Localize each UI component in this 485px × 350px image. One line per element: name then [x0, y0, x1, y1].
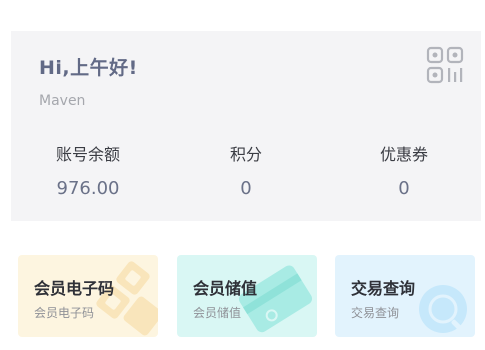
stat-label: 积分: [229, 145, 262, 164]
stat-balance[interactable]: 账号余额 976.00: [18, 143, 158, 201]
tile-member-code[interactable]: 会员电子码 会员电子码: [18, 255, 158, 337]
tile-subtitle: 会员电子码: [34, 306, 95, 320]
stat-value: 0: [240, 178, 252, 199]
tile-subtitle: 交易查询: [351, 306, 400, 320]
tile-transaction-query[interactable]: 交易查询 交易查询: [335, 255, 475, 337]
tile-title: 会员电子码: [34, 279, 115, 298]
greeting-text: Hi,上午好!: [39, 57, 138, 79]
stat-coupons[interactable]: 优惠券 0: [334, 143, 474, 201]
tile-title: 会员储值: [193, 279, 258, 298]
stat-label: 优惠券: [379, 145, 428, 164]
qr-code-button[interactable]: [426, 45, 466, 87]
tile-title: 交易查询: [351, 279, 416, 298]
tile-stored-value[interactable]: 会员储值 会员储值: [177, 255, 317, 337]
top-strip: [0, 0, 485, 12]
stat-points[interactable]: 积分 0: [176, 143, 316, 201]
stat-value: 976.00: [56, 178, 120, 199]
stat-value: 0: [398, 178, 410, 199]
stat-label: 账号余额: [55, 145, 120, 164]
account-card: Hi,上午好! Maven 账号余额 976.00 积分 0 优惠券 0: [11, 31, 481, 221]
qr-code-icon: [426, 46, 464, 84]
tile-subtitle: 会员储值: [193, 306, 242, 320]
username: Maven: [39, 93, 86, 109]
account-stats: 账号余额 976.00 积分 0 优惠券 0: [11, 143, 481, 203]
